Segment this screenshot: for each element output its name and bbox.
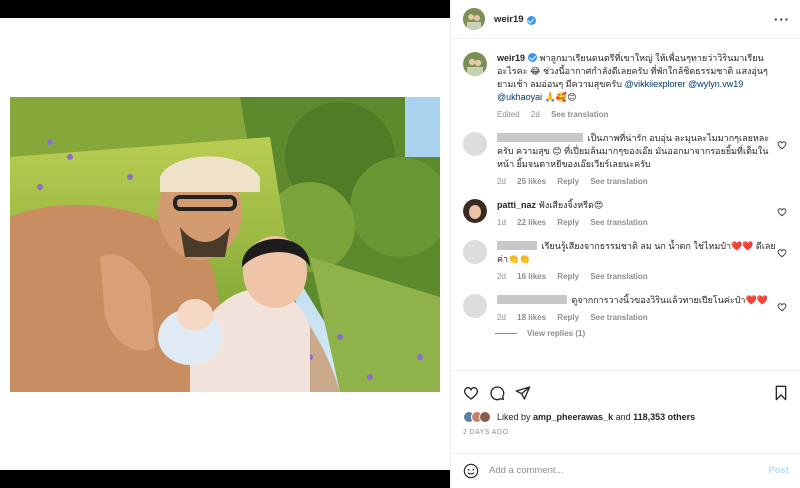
verified-badge-icon (528, 53, 538, 62)
comment-time[interactable]: 1d (497, 218, 506, 227)
commenter-avatar[interactable] (463, 132, 487, 156)
action-bar (451, 371, 800, 407)
comment-icon[interactable] (489, 385, 505, 401)
comment-likes[interactable]: 18 likes (517, 313, 546, 322)
see-translation-button[interactable]: See translation (590, 177, 647, 186)
like-comment-heart-icon[interactable] (777, 302, 787, 312)
view-replies-button[interactable]: View replies (1) (495, 329, 789, 338)
like-comment-heart-icon[interactable] (777, 207, 787, 217)
redacted-username (497, 133, 583, 142)
author-avatar-small[interactable] (463, 52, 487, 76)
redacted-username (497, 241, 537, 250)
see-translation-button[interactable]: See translation (590, 272, 647, 281)
verified-badge-icon (526, 15, 536, 25)
see-translation-button[interactable]: See translation (590, 313, 647, 322)
author-avatar[interactable] (463, 8, 485, 30)
liked-by-user[interactable]: amp_pheerawas_k (533, 412, 613, 422)
comment-meta: 2d 25 likes Reply See translation (497, 175, 779, 188)
post-actions-section: Liked by amp_pheerawas_k and 118,353 oth… (451, 370, 800, 488)
comment-text: เรียนรู้เสียงจากธรรมชาติ ลม นก น้ำตก ใช่… (497, 241, 776, 264)
caption-time[interactable]: 2d (531, 110, 540, 119)
media-bottom-letterbox (0, 470, 450, 488)
caption-author[interactable]: weir19 (497, 53, 525, 63)
edited-label: Edited (497, 110, 520, 119)
reply-button[interactable]: Reply (557, 272, 579, 281)
family-garden-photo (10, 97, 440, 392)
emoji-icon[interactable] (463, 463, 479, 479)
caption-meta: Edited 2d See translation (497, 108, 779, 121)
see-translation-button[interactable]: See translation (551, 110, 608, 119)
like-comment-heart-icon[interactable] (777, 248, 787, 258)
comment-item: patti_naz ฟังเสียงจิ้งหรีด😍 1d 22 likes … (463, 199, 789, 229)
comment-time[interactable]: 2d (497, 272, 506, 281)
like-comment-heart-icon[interactable] (777, 140, 787, 150)
share-icon[interactable] (515, 385, 531, 401)
comment-item: เรียนรู้เสียงจากธรรมชาติ ลม นก น้ำตก ใช่… (463, 240, 789, 283)
media-top-letterbox (0, 0, 450, 18)
comment-likes[interactable]: 25 likes (517, 177, 546, 186)
reply-button[interactable]: Reply (557, 313, 579, 322)
author-username[interactable]: weir19 (494, 14, 524, 25)
comment-meta: 1d 22 likes Reply See translation (497, 216, 779, 229)
liked-by-and: and (613, 412, 634, 422)
heart-icon[interactable] (463, 385, 479, 401)
comment-author[interactable]: patti_naz (497, 200, 536, 210)
comment-item: ดูจากการวางนิ้วของวิรินแล้วทายเปียโนค่ะป… (463, 294, 789, 324)
post-sidebar: weir19 ··· weir19 พาลูกมาเรียนดนตรีที่เข… (450, 0, 800, 488)
comment-meta: 2d 18 likes Reply See translation (497, 311, 779, 324)
post-photo[interactable] (10, 97, 440, 392)
bookmark-icon[interactable] (773, 385, 789, 401)
comment-time[interactable]: 2d (497, 313, 506, 322)
comment-likes[interactable]: 22 likes (517, 218, 546, 227)
comment-likes[interactable]: 16 likes (517, 272, 546, 281)
comments-list[interactable]: weir19 พาลูกมาเรียนดนตรีที่เขาใหญ่ ให้เพ… (451, 40, 800, 370)
liked-by-others[interactable]: 118,353 others (633, 412, 695, 422)
post-header: weir19 ··· (451, 0, 800, 39)
likes-summary: Liked by amp_pheerawas_k and 118,353 oth… (451, 407, 800, 427)
liker-avatar[interactable] (479, 411, 491, 423)
more-options-icon[interactable]: ··· (774, 13, 790, 26)
post-comment-button[interactable]: Post (768, 465, 789, 476)
comment-text: ฟังเสียงจิ้งหรีด😍 (538, 200, 604, 210)
post-media-area[interactable] (0, 18, 450, 470)
post-caption: weir19 พาลูกมาเรียนดนตรีที่เขาใหญ่ ให้เพ… (463, 52, 789, 121)
see-translation-button[interactable]: See translation (590, 218, 647, 227)
comment-text: ดูจากการวางนิ้วของวิรินแล้วทายเปียโนค่ะป… (571, 295, 768, 305)
commenter-avatar[interactable] (463, 294, 487, 318)
reply-button[interactable]: Reply (557, 218, 579, 227)
redacted-username (497, 295, 567, 304)
liked-by-prefix: Liked by (497, 412, 534, 422)
comment-item: เป็นภาพที่น่ารัก อบอุ่น ละมุนละไมมากๆเลย… (463, 132, 789, 188)
comment-time[interactable]: 2d (497, 177, 506, 186)
comment-meta: 2d 16 likes Reply See translation (497, 270, 779, 283)
reply-button[interactable]: Reply (557, 177, 579, 186)
commenter-avatar[interactable] (463, 199, 487, 223)
add-comment-input[interactable]: Add a comment... (489, 465, 768, 476)
caption-emoji: 🙏🥰😊 (544, 92, 577, 102)
add-comment-bar: Add a comment... Post (451, 453, 800, 487)
post-timestamp[interactable]: 2 DAYS AGO (451, 427, 800, 438)
commenter-avatar[interactable] (463, 240, 487, 264)
